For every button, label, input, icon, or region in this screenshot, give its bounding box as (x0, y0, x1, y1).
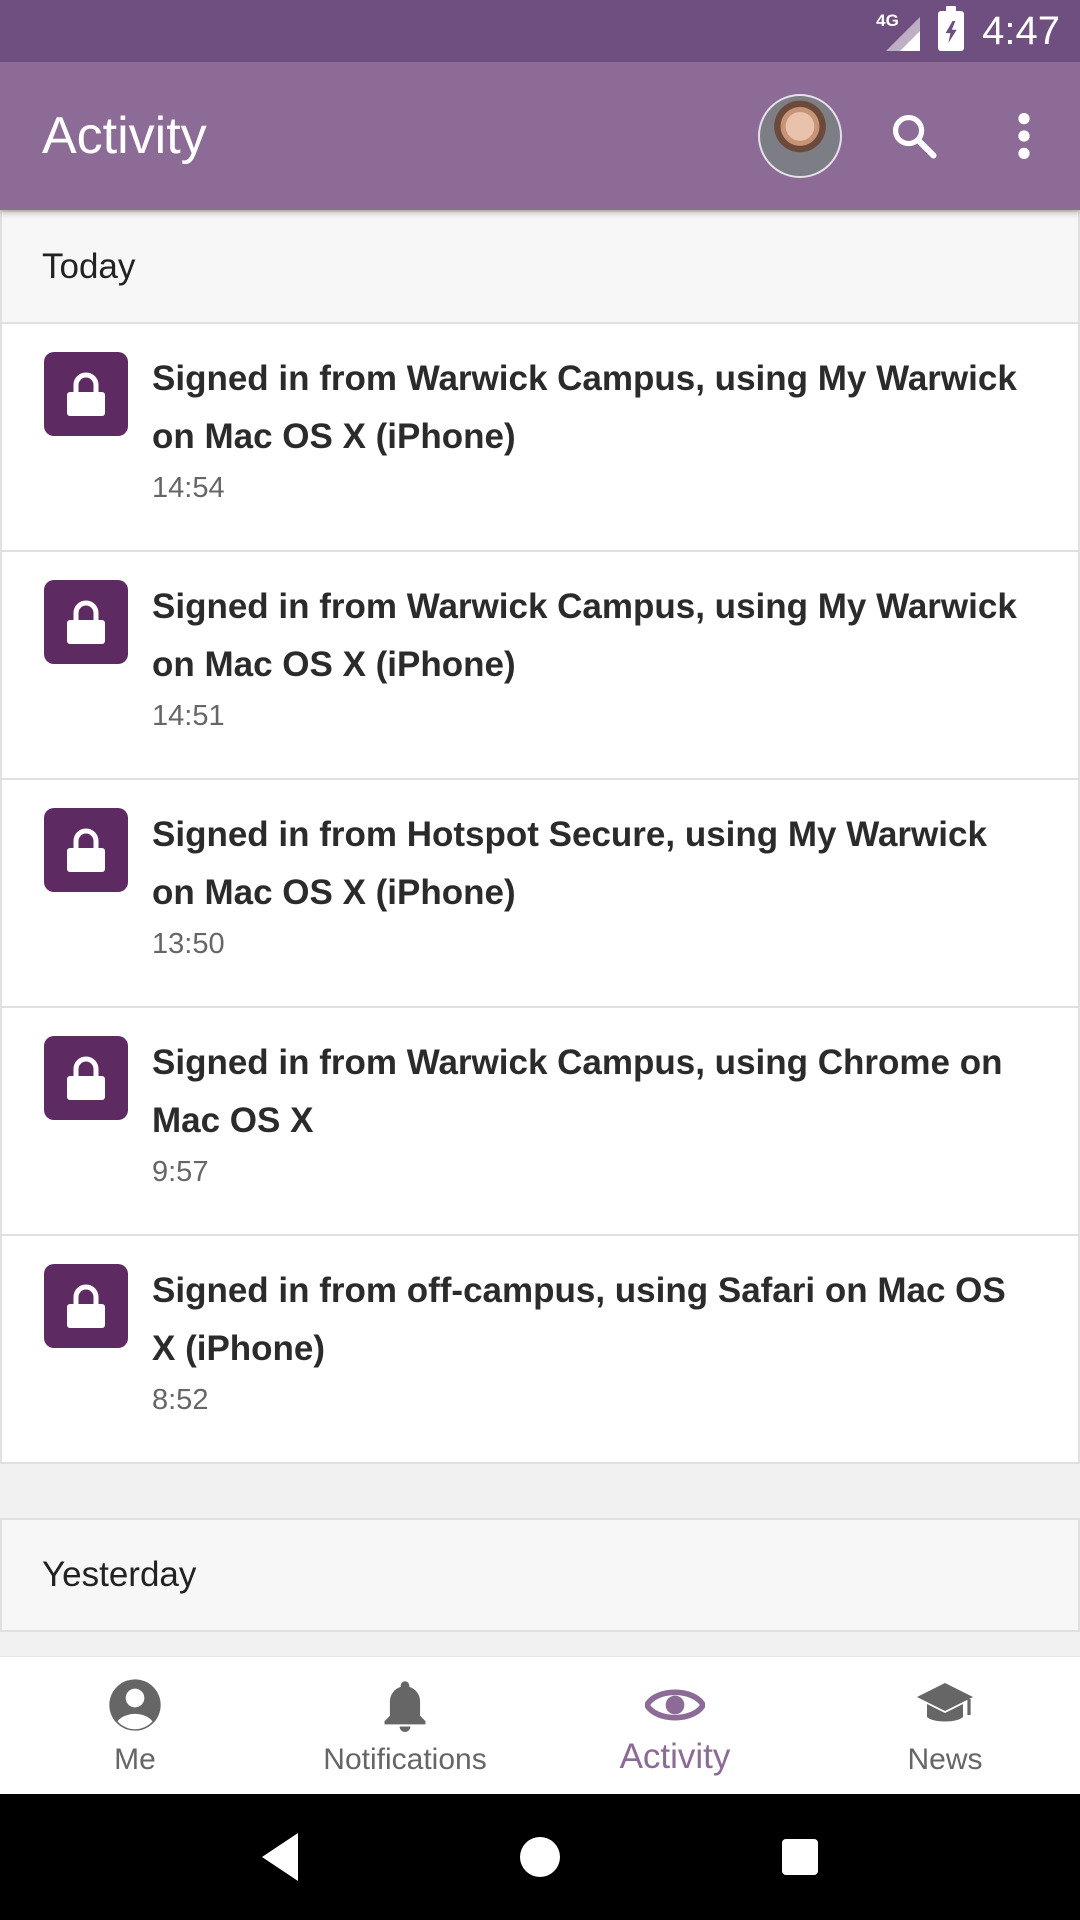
nav-label-activity: Activity (619, 1737, 731, 1776)
activity-time: 8:52 (152, 1384, 209, 1416)
more-vert-icon[interactable] (988, 100, 1060, 172)
activity-time: 9:57 (152, 1156, 209, 1188)
lock-icon (44, 580, 128, 664)
lock-icon (44, 808, 128, 892)
home-icon[interactable] (500, 1817, 580, 1897)
graduation-cap-icon (915, 1675, 975, 1735)
activity-text: Signed in from Warwick Campus, using Chr… (152, 1043, 1003, 1140)
activity-time: 14:54 (152, 472, 225, 504)
battery-icon (938, 6, 965, 51)
activity-text: Signed in from Hotspot Secure, using My … (152, 815, 987, 912)
activity-time: 13:50 (152, 928, 225, 960)
nav-label-me: Me (114, 1743, 156, 1776)
bottom-nav: Me Notifications Activity News (0, 1656, 1080, 1794)
activity-text: Signed in from off-campus, using Safari … (152, 1271, 1006, 1368)
nav-item-activity[interactable]: Activity (540, 1657, 810, 1794)
activity-text: Signed in from Warwick Campus, using My … (152, 359, 1017, 456)
status-time: 4:47 (982, 8, 1060, 53)
list-item[interactable]: Signed in from off-campus, using Safari … (0, 1236, 1080, 1464)
account-circle-icon (105, 1675, 165, 1735)
nav-label-notifications: Notifications (323, 1743, 487, 1776)
signal-icon: 4G (876, 11, 921, 51)
list-item[interactable]: Signed in from Hotspot Secure, using My … (0, 780, 1080, 1008)
system-nav-bar (0, 1794, 1080, 1920)
list-item[interactable]: Signed in from Warwick Campus, using My … (0, 324, 1080, 552)
lock-icon (44, 1264, 128, 1348)
list-item[interactable]: Signed in from Warwick Campus, using My … (0, 552, 1080, 780)
avatar[interactable] (758, 94, 842, 178)
eye-icon (645, 1675, 705, 1735)
screen: 4G 4:47 Activity Today Signed in from Wa… (0, 0, 1080, 1920)
section-header-yesterday: Yesterday (0, 1518, 1080, 1632)
list-item[interactable]: Signed in from Warwick Campus, using Chr… (0, 1008, 1080, 1236)
lock-icon (44, 352, 128, 436)
nav-item-me[interactable]: Me (0, 1657, 270, 1794)
page-title: Activity (42, 107, 207, 165)
activity-time: 14:51 (152, 700, 225, 732)
bell-icon (375, 1675, 435, 1735)
activity-list[interactable]: Today Signed in from Warwick Campus, usi… (0, 210, 1080, 1656)
status-bar: 4G 4:47 (0, 0, 1080, 62)
app-bar: Activity (0, 62, 1080, 210)
nav-item-news[interactable]: News (810, 1657, 1080, 1794)
nav-label-news: News (907, 1743, 983, 1776)
recents-icon[interactable] (760, 1817, 840, 1897)
search-icon[interactable] (878, 100, 950, 172)
back-icon[interactable] (240, 1817, 320, 1897)
activity-text: Signed in from Warwick Campus, using My … (152, 587, 1017, 684)
lock-icon (44, 1036, 128, 1120)
nav-item-notifications[interactable]: Notifications (270, 1657, 540, 1794)
section-header-today: Today (0, 210, 1080, 324)
